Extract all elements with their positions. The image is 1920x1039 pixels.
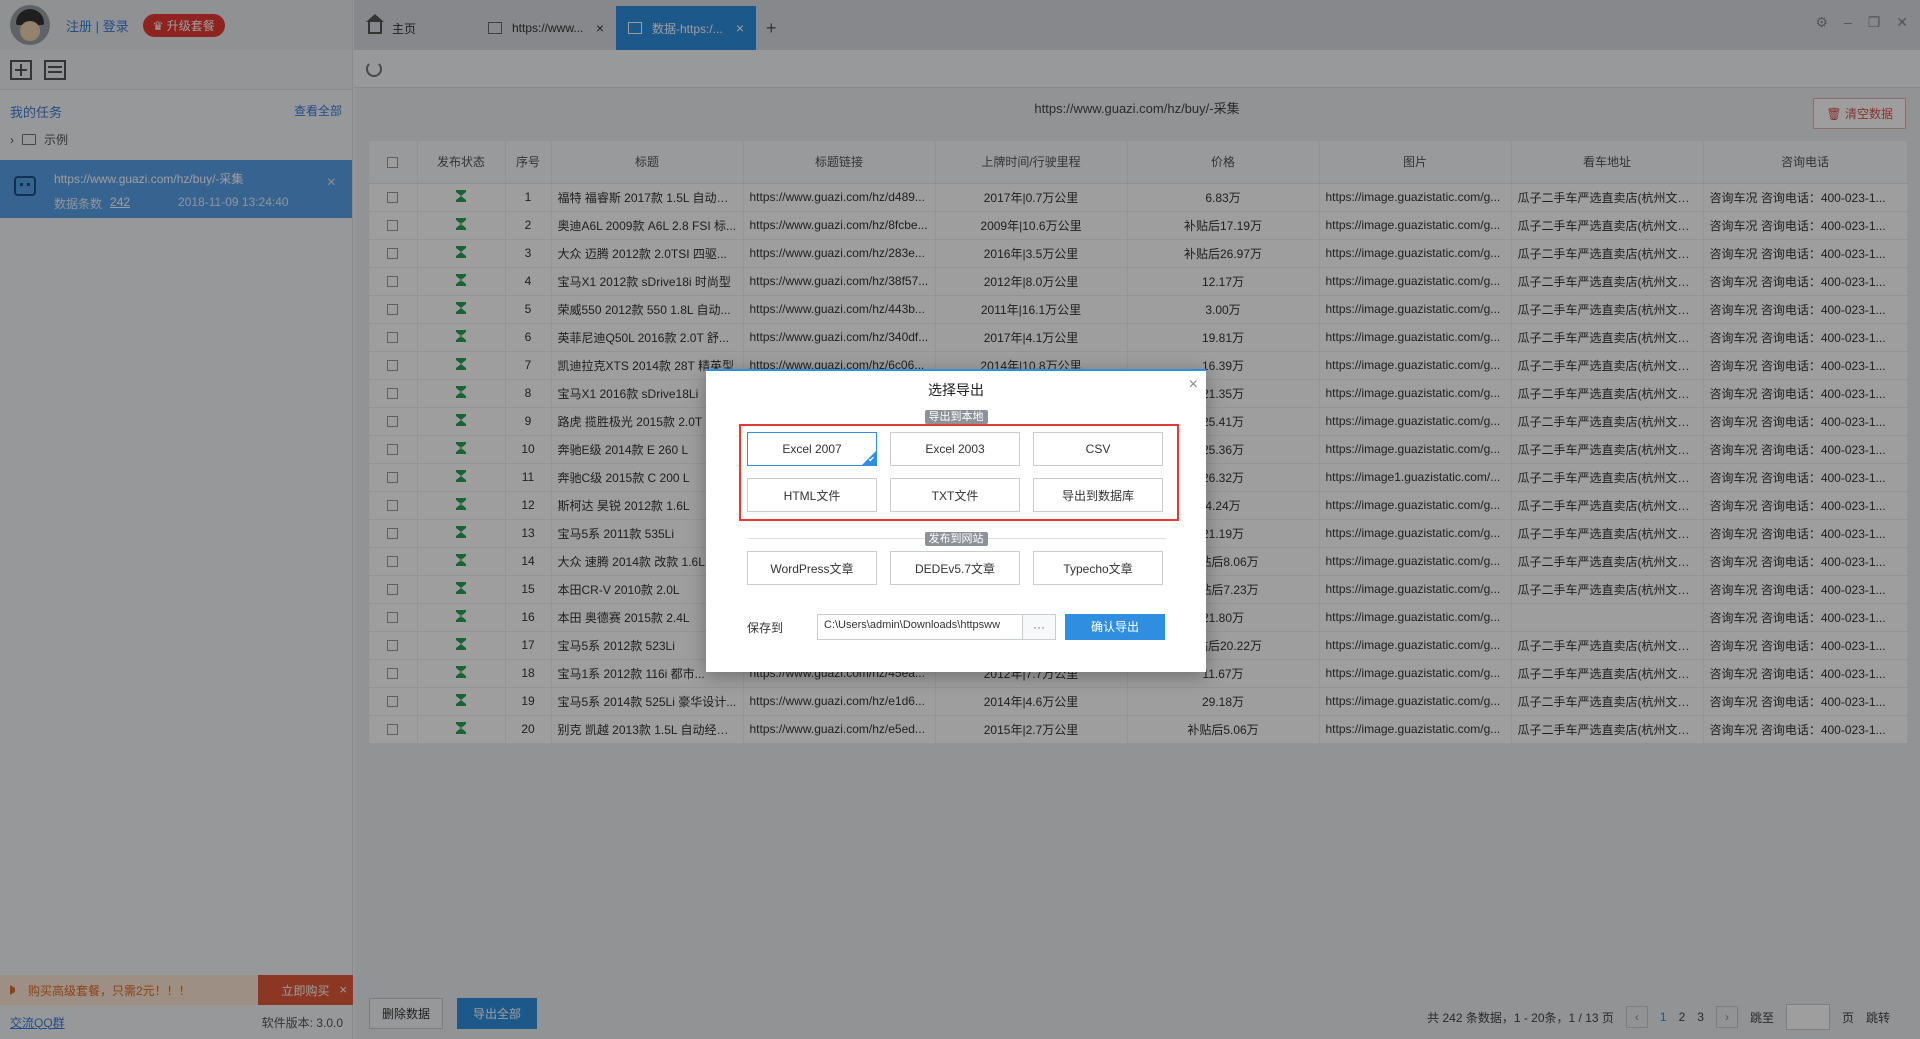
option-txt[interactable]: TXT文件 [890, 478, 1020, 512]
option-html[interactable]: HTML文件 [747, 478, 877, 512]
save-to-label: 保存到 [747, 621, 784, 635]
export-dialog: 选择导出 × 导出到本地 Excel 2007 ✔ Excel 2003 CSV… [706, 369, 1206, 672]
option-label: DEDEv5.7文章 [914, 561, 996, 576]
option-label: CSV [1085, 442, 1111, 456]
dialog-title: 选择导出 [928, 382, 984, 398]
option-label: Excel 2003 [925, 442, 985, 456]
section-web-label: 发布到网站 [924, 532, 988, 546]
confirm-export-button[interactable]: 确认导出 [1065, 614, 1165, 640]
option-label: TXT文件 [931, 488, 979, 503]
browse-button[interactable]: ··· [1022, 614, 1056, 640]
option-excel-2007[interactable]: Excel 2007 ✔ [747, 432, 877, 466]
option-label: 导出到数据库 [1061, 488, 1134, 503]
section-local-label: 导出到本地 [924, 410, 988, 424]
close-icon[interactable]: × [1189, 376, 1198, 394]
check-icon: ✔ [868, 455, 875, 464]
section-local: 导出到本地 [706, 408, 1206, 424]
option-database[interactable]: 导出到数据库 [1033, 478, 1163, 512]
option-excel-2003[interactable]: Excel 2003 [890, 432, 1020, 466]
option-label: WordPress文章 [770, 561, 854, 576]
option-label: Typecho文章 [1063, 561, 1133, 576]
option-label: HTML文件 [783, 488, 841, 503]
save-path-input[interactable]: C:\Users\admin\Downloads\httpsww [817, 614, 1023, 640]
section-web: 发布到网站 [706, 530, 1206, 546]
option-label: Excel 2007 [782, 442, 842, 456]
option-dede[interactable]: DEDEv5.7文章 [890, 551, 1020, 585]
option-wordpress[interactable]: WordPress文章 [747, 551, 877, 585]
option-csv[interactable]: CSV [1033, 432, 1163, 466]
option-typecho[interactable]: Typecho文章 [1033, 551, 1163, 585]
